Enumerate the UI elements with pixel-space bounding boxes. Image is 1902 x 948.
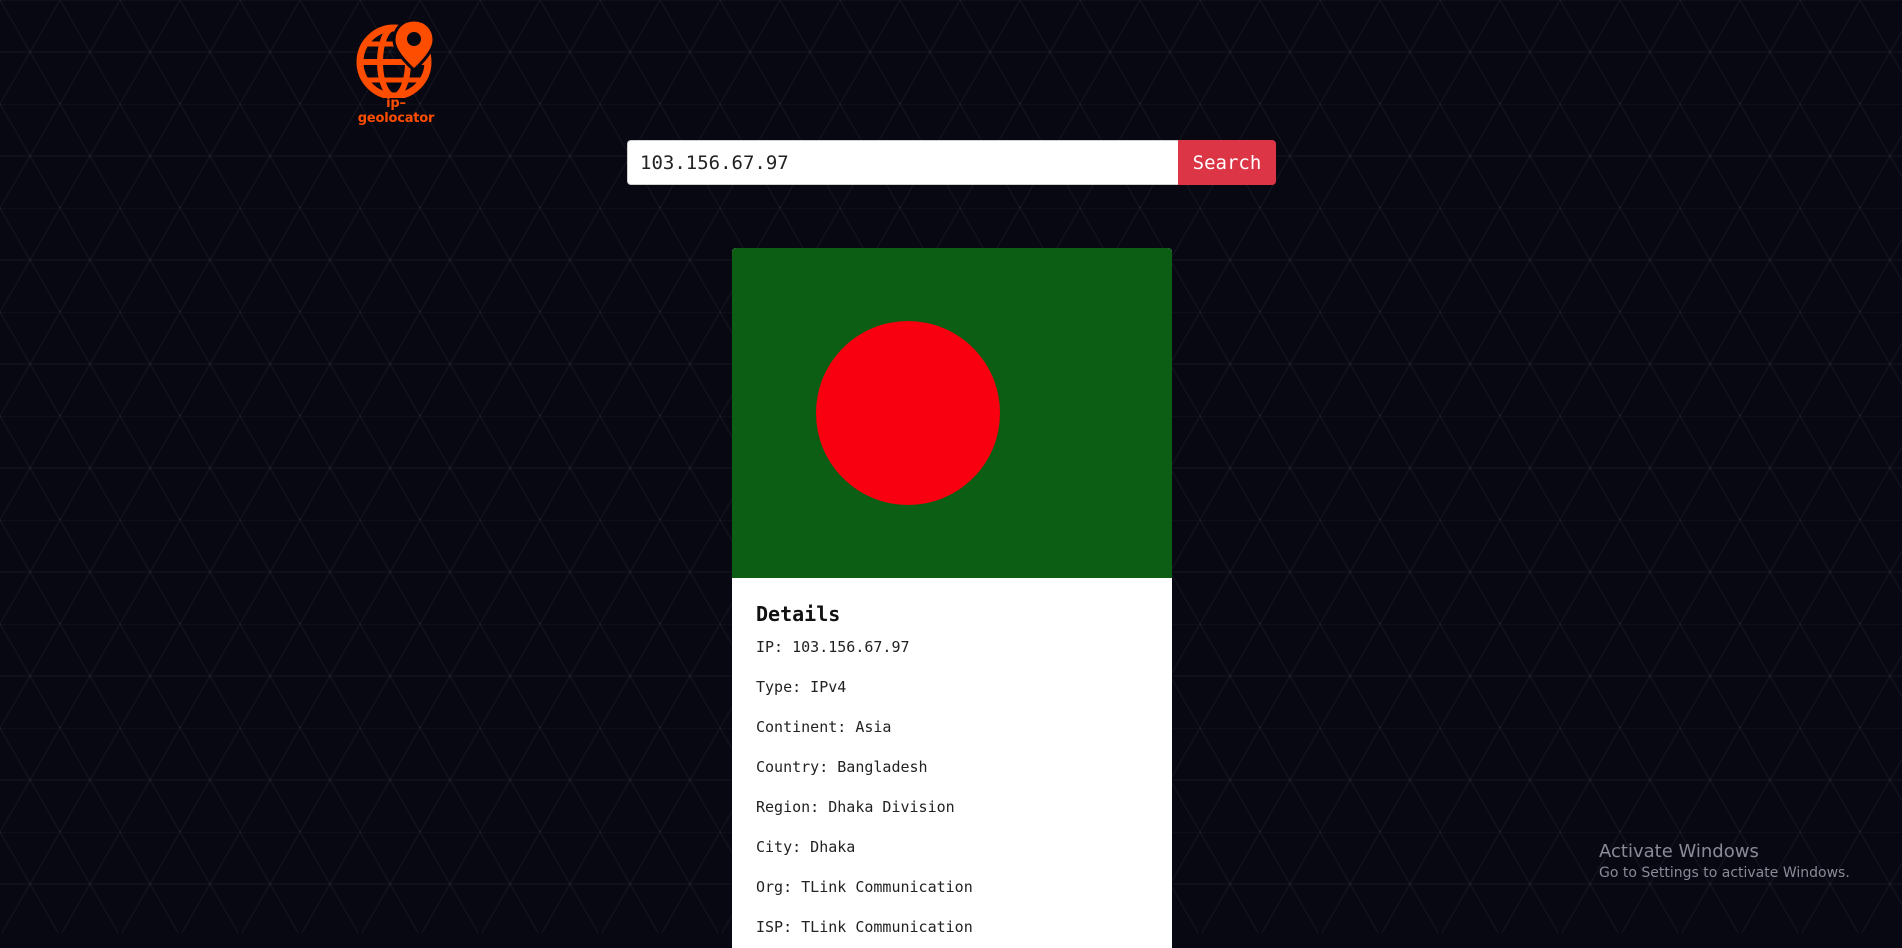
search-button[interactable]: Search [1178, 140, 1276, 185]
card-body: Details IP: 103.156.67.97 Type: IPv4 Con… [732, 578, 1172, 948]
app-logo[interactable]: ip–geolocator [348, 18, 444, 126]
country-flag-image [732, 248, 1172, 578]
ip-search-input[interactable] [627, 140, 1178, 185]
detail-isp: ISP: TLink Communication [756, 918, 973, 936]
detail-continent: Continent: Asia [756, 718, 892, 736]
activate-windows-watermark: Activate Windows Go to Settings to activ… [1599, 841, 1850, 883]
detail-ip: IP: 103.156.67.97 [756, 638, 910, 656]
detail-city: City: Dhaka [756, 838, 856, 856]
detail-region: Region: Dhaka Division [756, 798, 955, 816]
detail-country: Country: Bangladesh [756, 758, 928, 776]
result-card: Details IP: 103.156.67.97 Type: IPv4 Con… [732, 248, 1172, 948]
flag-disc [816, 321, 1000, 505]
watermark-subtitle: Go to Settings to activate Windows. [1599, 865, 1850, 881]
watermark-title: Activate Windows [1599, 841, 1759, 862]
globe-pin-icon [356, 18, 436, 100]
search-bar: Search [627, 140, 1276, 185]
detail-type: Type: IPv4 [756, 678, 847, 696]
logo-text: ip–geolocator [357, 96, 435, 126]
detail-org: Org: TLink Communication [756, 878, 973, 896]
details-title: Details [756, 602, 841, 626]
